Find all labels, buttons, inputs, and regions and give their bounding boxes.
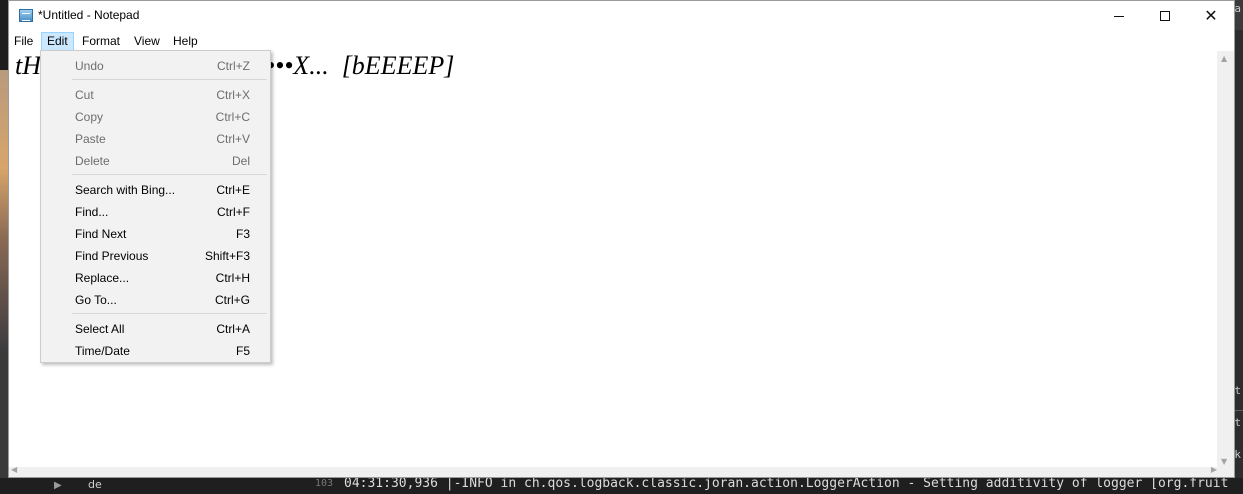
scroll-down-icon[interactable]: ▼ [1221, 457, 1227, 466]
menu-item-shortcut: Ctrl+C [215, 110, 250, 124]
scroll-up-icon[interactable]: ▲ [1221, 54, 1227, 63]
menu-item-cut[interactable]: Cut Ctrl+X [41, 83, 270, 105]
editor-text: •••X... [bEEEEP] [266, 51, 455, 80]
menu-item-select-all[interactable]: Select All Ctrl+A [41, 317, 270, 339]
menu-item-label: Find Next [75, 227, 127, 241]
menu-item-shortcut: Ctrl+E [216, 183, 250, 197]
menu-item-label: Search with Bing... [75, 183, 176, 197]
language-indicator: de [88, 478, 102, 491]
editor-text-fragment: tH [15, 51, 41, 80]
menu-item-shortcut: Ctrl+V [216, 132, 250, 146]
log-line: 04:31:30,936 |-INFO in ch.qos.logback.cl… [344, 476, 1229, 491]
menu-separator [72, 313, 267, 314]
menu-item-label: Copy [75, 110, 104, 124]
menu-item-copy[interactable]: Copy Ctrl+C [41, 105, 270, 127]
menu-item-shortcut: Ctrl+G [214, 293, 250, 307]
menu-item-undo[interactable]: Undo Ctrl+Z [41, 54, 270, 76]
log-line-number: 103 [315, 478, 334, 489]
menu-view[interactable]: View [129, 32, 165, 51]
background-log-strip: ▶ de 103 04:31:30,936 |-INFO in ch.qos.l… [0, 476, 1243, 494]
menu-item-label: Find Previous [75, 249, 149, 263]
scroll-left-icon[interactable]: ◀ [11, 465, 17, 474]
menu-help[interactable]: Help [168, 32, 203, 51]
menu-item-delete[interactable]: Delete Del [41, 149, 270, 171]
menu-item-shortcut: Del [231, 154, 250, 168]
notepad-app-icon[interactable] [19, 9, 33, 22]
menu-item-replace[interactable]: Replace... Ctrl+H [41, 266, 270, 288]
horizontal-scrollbar[interactable]: ◀ ▶ [9, 465, 1219, 477]
menu-item-shortcut: Ctrl+X [216, 88, 250, 102]
menu-item-find[interactable]: Find... Ctrl+F [41, 200, 270, 222]
edit-menu-dropdown: Undo Ctrl+Z Cut Ctrl+X Copy Ctrl+C Paste… [40, 50, 271, 363]
maximize-button[interactable] [1142, 1, 1188, 31]
menu-item-label: Paste [75, 132, 106, 146]
menu-separator [72, 174, 267, 175]
menu-item-shortcut: F3 [235, 227, 250, 241]
menu-item-shortcut: Ctrl+A [216, 322, 250, 336]
close-button[interactable]: ✕ [1188, 1, 1234, 31]
menu-item-label: Cut [75, 88, 94, 102]
maximize-icon [1160, 11, 1170, 21]
menu-item-label: Go To... [75, 293, 117, 307]
menu-item-label: Delete [75, 154, 110, 168]
menu-bar: File Edit Format View Help [9, 31, 1234, 51]
menu-item-go-to[interactable]: Go To... Ctrl+G [41, 288, 270, 310]
menu-item-time-date[interactable]: Time/Date F5 [41, 339, 270, 361]
minimize-button[interactable] [1096, 1, 1142, 31]
menu-file[interactable]: File [9, 32, 38, 51]
menu-format[interactable]: Format [77, 32, 125, 51]
menu-item-search-with-bing[interactable]: Search with Bing... Ctrl+E [41, 178, 270, 200]
play-icon: ▶ [54, 480, 62, 491]
vertical-scrollbar[interactable]: ▲ ▼ [1217, 51, 1234, 469]
menu-item-label: Find... [75, 205, 109, 219]
desktop: ja ut ut nk ▶ de 103 04:31:30,936 |-INFO… [0, 0, 1243, 494]
menu-item-shortcut: F5 [235, 344, 250, 358]
menu-item-label: Select All [75, 322, 125, 336]
menu-separator [72, 79, 267, 80]
menu-item-shortcut: Ctrl+H [215, 271, 250, 285]
menu-item-find-previous[interactable]: Find Previous Shift+F3 [41, 244, 270, 266]
menu-item-label: Time/Date [75, 344, 130, 358]
scrollbar-corner [1217, 467, 1234, 477]
menu-item-label: Replace... [75, 271, 130, 285]
minimize-icon [1114, 15, 1124, 17]
close-icon: ✕ [1204, 6, 1218, 25]
menu-item-label: Undo [75, 59, 104, 73]
title-bar[interactable]: *Untitled - Notepad ✕ [9, 1, 1234, 31]
menu-item-paste[interactable]: Paste Ctrl+V [41, 127, 270, 149]
menu-item-shortcut: Ctrl+F [217, 205, 250, 219]
menu-edit[interactable]: Edit [41, 32, 74, 51]
menu-item-find-next[interactable]: Find Next F3 [41, 222, 270, 244]
menu-item-shortcut: Shift+F3 [204, 249, 250, 263]
window-title: *Untitled - Notepad [38, 8, 140, 22]
menu-item-shortcut: Ctrl+Z [217, 59, 250, 73]
